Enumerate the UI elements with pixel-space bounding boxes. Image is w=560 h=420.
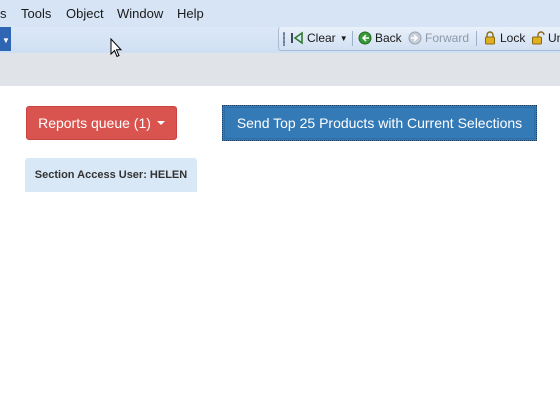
mouse-cursor-icon — [110, 37, 123, 58]
toolbar-separator — [352, 31, 353, 46]
reports-queue-label: Reports queue (1) — [38, 115, 151, 131]
clear-button[interactable]: Clear ▼ — [290, 29, 348, 47]
menu-item-window[interactable]: Window — [117, 6, 163, 21]
menu-item-truncated[interactable]: s — [0, 6, 7, 21]
forward-button[interactable]: Forward — [408, 29, 469, 47]
menu-item-help[interactable]: Help — [177, 6, 204, 21]
chevron-down-icon: ▼ — [2, 36, 10, 45]
toolbar-separator — [476, 31, 477, 46]
toolbar-overflow-button[interactable]: ▼ — [0, 27, 11, 51]
back-arrow-icon — [358, 31, 372, 45]
caret-down-icon — [156, 121, 165, 125]
lock-label: Lock — [500, 31, 526, 45]
section-access-tab: Section Access User: HELEN — [25, 158, 197, 192]
clear-label: Clear — [307, 31, 336, 45]
section-access-label: Section Access User: HELEN — [34, 169, 188, 181]
send-top-products-button[interactable]: Send Top 25 Products with Current Select… — [222, 105, 537, 141]
content-header-band — [0, 53, 560, 86]
clear-icon — [290, 31, 304, 45]
send-top-products-label: Send Top 25 Products with Current Select… — [236, 115, 523, 131]
menu-item-tools[interactable]: Tools — [21, 6, 51, 21]
lock-icon — [483, 31, 497, 45]
back-button[interactable]: Back — [358, 29, 402, 47]
lock-button[interactable]: Lock — [483, 29, 525, 47]
unlock-label: Un — [548, 31, 560, 45]
navigation-toolstrip: Clear ▼ Back Forward Lock U — [278, 27, 560, 51]
menu-bar: s Tools Object Window Help — [0, 0, 560, 27]
unlock-icon — [531, 31, 545, 45]
caret-down-icon: ▼ — [339, 33, 348, 43]
forward-arrow-icon — [408, 31, 422, 45]
forward-label: Forward — [425, 31, 470, 45]
back-label: Back — [375, 31, 402, 45]
grip-handle[interactable] — [283, 32, 285, 46]
reports-queue-button[interactable]: Reports queue (1) — [26, 106, 177, 140]
unlock-button[interactable]: Un — [531, 29, 560, 47]
menu-item-object[interactable]: Object — [66, 6, 104, 21]
